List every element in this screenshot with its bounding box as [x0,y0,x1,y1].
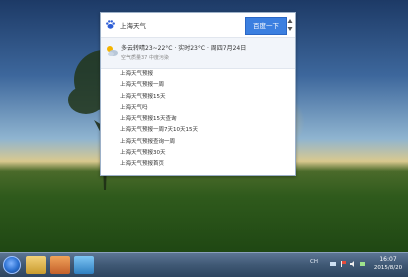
flag-icon[interactable] [340,261,346,267]
cloud-sun-icon [107,46,118,56]
suggestion-item[interactable]: 上海天气预报15天 [101,92,295,103]
browser-icon[interactable] [74,256,94,274]
weather-card[interactable]: 多云转晴23~22°C · 实时23°C · 周四7月24日 空气质量37 中度… [101,37,295,69]
system-clock[interactable]: 16:07 2015/8/20 [371,256,405,272]
windows-start-icon[interactable] [3,256,21,274]
clock-time: 16:07 [379,256,397,263]
network-icon[interactable] [330,261,336,267]
search-input[interactable] [118,18,248,31]
search-popup: 百度一下 多云转晴23~22°C · 实时23°C · 周四7月24日 空气质量… [100,12,296,176]
media-player-icon[interactable] [50,256,70,274]
suggestion-list: 上海天气预报 上海天气预报一周 上海天气预报15天 上海天气吗 上海天气预报15… [101,69,295,171]
suggestion-item[interactable]: 上海天气预报首页 [101,159,295,170]
baidu-paw-icon [106,20,115,29]
explorer-icon[interactable] [26,256,46,274]
suggestion-item[interactable]: 上海天气预报 [101,69,295,80]
scroll-arrows-icon[interactable] [287,17,293,33]
clock-date: 2015/8/20 [373,265,403,271]
suggestion-item[interactable]: 上海天气预报一周7天10天15天 [101,125,295,136]
suggestion-item[interactable]: 上海天气预报30天 [101,148,295,159]
suggestion-item[interactable]: 上海天气预报15天查询 [101,114,295,125]
search-bar: 百度一下 [101,13,295,37]
suggestion-item[interactable]: 上海天气预报一周 [101,80,295,91]
volume-icon[interactable] [350,261,356,267]
search-button[interactable]: 百度一下 [245,17,287,35]
suggestion-item[interactable]: 上海天气预报查询一周 [101,137,295,148]
power-icon[interactable] [360,261,366,267]
suggestion-item[interactable]: 上海天气吗 [101,103,295,114]
language-indicator[interactable]: CH [310,259,318,265]
taskbar: CH 16:07 2015/8/20 [0,252,408,277]
weather-summary: 多云转晴23~22°C · 实时23°C · 周四7月24日 [121,45,247,52]
air-quality: 空气质量37 中度污染 [121,55,169,61]
